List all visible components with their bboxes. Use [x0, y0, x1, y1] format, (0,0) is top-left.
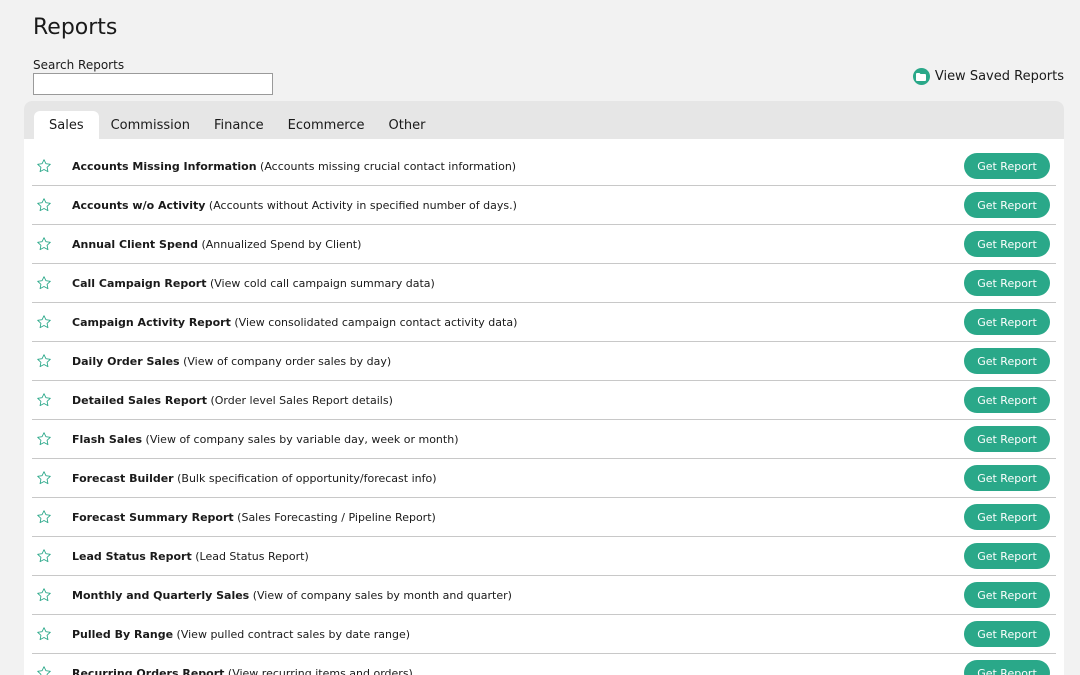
report-row: Forecast Builder (Bulk specification of …	[32, 459, 1056, 498]
report-subtitle: (Order level Sales Report details)	[210, 393, 393, 407]
favorite-star-icon[interactable]	[36, 275, 52, 291]
favorite-star-icon[interactable]	[36, 392, 52, 408]
report-description: Accounts Missing Information (Accounts m…	[72, 160, 964, 173]
folder-icon	[912, 68, 930, 85]
report-subtitle: (Annualized Spend by Client)	[201, 237, 362, 251]
favorite-star-icon[interactable]	[36, 314, 52, 330]
get-report-button[interactable]: Get Report	[964, 153, 1050, 179]
report-row: Recurring Orders Report (View recurring …	[32, 654, 1056, 675]
report-subtitle: (Bulk specification of opportunity/forec…	[177, 471, 437, 485]
tab-sales[interactable]: Sales	[34, 111, 99, 139]
report-subtitle: (View of company sales by variable day, …	[145, 432, 459, 446]
report-row: Annual Client Spend (Annualized Spend by…	[32, 225, 1056, 264]
tab-other[interactable]: Other	[377, 111, 438, 139]
report-subtitle: (Sales Forecasting / Pipeline Report)	[237, 510, 436, 524]
get-report-button[interactable]: Get Report	[964, 309, 1050, 335]
favorite-star-icon[interactable]	[36, 509, 52, 525]
report-description: Monthly and Quarterly Sales (View of com…	[72, 589, 964, 602]
report-description: Detailed Sales Report (Order level Sales…	[72, 394, 964, 407]
favorite-star-icon[interactable]	[36, 665, 52, 675]
report-description: Flash Sales (View of company sales by va…	[72, 433, 964, 446]
report-description: Accounts w/o Activity (Accounts without …	[72, 199, 964, 212]
report-row: Campaign Activity Report (View consolida…	[32, 303, 1056, 342]
reports-page: Reports Search Reports View Saved Report…	[0, 0, 1080, 675]
report-name: Forecast Builder	[72, 471, 174, 485]
report-row: Accounts w/o Activity (Accounts without …	[32, 186, 1056, 225]
report-list: Accounts Missing Information (Accounts m…	[24, 139, 1064, 675]
report-name: Accounts Missing Information	[72, 159, 257, 173]
report-name: Accounts w/o Activity	[72, 198, 206, 212]
report-description: Lead Status Report (Lead Status Report)	[72, 550, 964, 563]
get-report-button[interactable]: Get Report	[964, 387, 1050, 413]
tab-commission[interactable]: Commission	[99, 111, 202, 139]
report-description: Pulled By Range (View pulled contract sa…	[72, 628, 964, 641]
report-name: Monthly and Quarterly Sales	[72, 588, 250, 602]
report-name: Detailed Sales Report	[72, 393, 207, 407]
favorite-star-icon[interactable]	[36, 353, 52, 369]
favorite-star-icon[interactable]	[36, 470, 52, 486]
report-tabs: Sales Commission Finance Ecommerce Other	[24, 101, 1064, 139]
view-saved-reports-label: View Saved Reports	[934, 69, 1064, 84]
get-report-button[interactable]: Get Report	[964, 504, 1050, 530]
favorite-star-icon[interactable]	[36, 197, 52, 213]
report-name: Pulled By Range	[72, 627, 174, 641]
get-report-button[interactable]: Get Report	[964, 660, 1050, 675]
report-subtitle: (Accounts without Activity in specified …	[208, 198, 517, 212]
report-subtitle: (View pulled contract sales by date rang…	[176, 627, 411, 641]
report-subtitle: (View of company order sales by day)	[183, 354, 392, 368]
report-subtitle: (Accounts missing crucial contact inform…	[260, 159, 517, 173]
report-row: Pulled By Range (View pulled contract sa…	[32, 615, 1056, 654]
report-row: Call Campaign Report (View cold call cam…	[32, 264, 1056, 303]
get-report-button[interactable]: Get Report	[964, 192, 1050, 218]
report-description: Annual Client Spend (Annualized Spend by…	[72, 238, 964, 251]
report-description: Call Campaign Report (View cold call cam…	[72, 277, 964, 290]
report-row: Lead Status Report (Lead Status Report) G…	[32, 537, 1056, 576]
report-row: Flash Sales (View of company sales by va…	[32, 420, 1056, 459]
report-subtitle: (View consolidated campaign contact acti…	[234, 315, 518, 329]
report-description: Forecast Builder (Bulk specification of …	[72, 472, 964, 485]
report-row: Monthly and Quarterly Sales (View of com…	[32, 576, 1056, 615]
get-report-button[interactable]: Get Report	[964, 621, 1050, 647]
get-report-button[interactable]: Get Report	[964, 348, 1050, 374]
view-saved-reports-link[interactable]: View Saved Reports	[912, 68, 1064, 85]
report-subtitle: (View of company sales by month and quar…	[252, 588, 512, 602]
page-title: Reports	[33, 15, 118, 40]
get-report-button[interactable]: Get Report	[964, 465, 1050, 491]
get-report-button[interactable]: Get Report	[964, 231, 1050, 257]
report-subtitle: (View cold call campaign summary data)	[209, 276, 435, 290]
report-description: Daily Order Sales (View of company order…	[72, 355, 964, 368]
favorite-star-icon[interactable]	[36, 626, 52, 642]
report-row: Forecast Summary Report (Sales Forecasti…	[32, 498, 1056, 537]
report-subtitle: (View recurring items and orders)	[227, 666, 413, 675]
tab-finance[interactable]: Finance	[202, 111, 276, 139]
report-name: Recurring Orders Report	[72, 666, 225, 675]
favorite-star-icon[interactable]	[36, 587, 52, 603]
tab-ecommerce[interactable]: Ecommerce	[276, 111, 377, 139]
search-input[interactable]	[33, 73, 273, 95]
favorite-star-icon[interactable]	[36, 548, 52, 564]
report-description: Campaign Activity Report (View consolida…	[72, 316, 964, 329]
get-report-button[interactable]: Get Report	[964, 543, 1050, 569]
reports-panel: Sales Commission Finance Ecommerce Other Acc…	[24, 101, 1064, 675]
report-name: Daily Order Sales	[72, 354, 180, 368]
get-report-button[interactable]: Get Report	[964, 270, 1050, 296]
report-description: Forecast Summary Report (Sales Forecasti…	[72, 511, 964, 524]
search-label: Search Reports	[33, 58, 125, 72]
get-report-button[interactable]: Get Report	[964, 426, 1050, 452]
favorite-star-icon[interactable]	[36, 236, 52, 252]
report-subtitle: (Lead Status Report)	[195, 549, 309, 563]
report-name: Lead Status Report	[72, 549, 192, 563]
report-name: Forecast Summary Report	[72, 510, 234, 524]
favorite-star-icon[interactable]	[36, 158, 52, 174]
report-name: Call Campaign Report	[72, 276, 207, 290]
report-name: Flash Sales	[72, 432, 143, 446]
report-row: Daily Order Sales (View of company order…	[32, 342, 1056, 381]
get-report-button[interactable]: Get Report	[964, 582, 1050, 608]
report-row: Accounts Missing Information (Accounts m…	[32, 147, 1056, 186]
report-name: Campaign Activity Report	[72, 315, 231, 329]
report-description: Recurring Orders Report (View recurring …	[72, 667, 964, 675]
favorite-star-icon[interactable]	[36, 431, 52, 447]
report-row: Detailed Sales Report (Order level Sales…	[32, 381, 1056, 420]
report-name: Annual Client Spend	[72, 237, 198, 251]
